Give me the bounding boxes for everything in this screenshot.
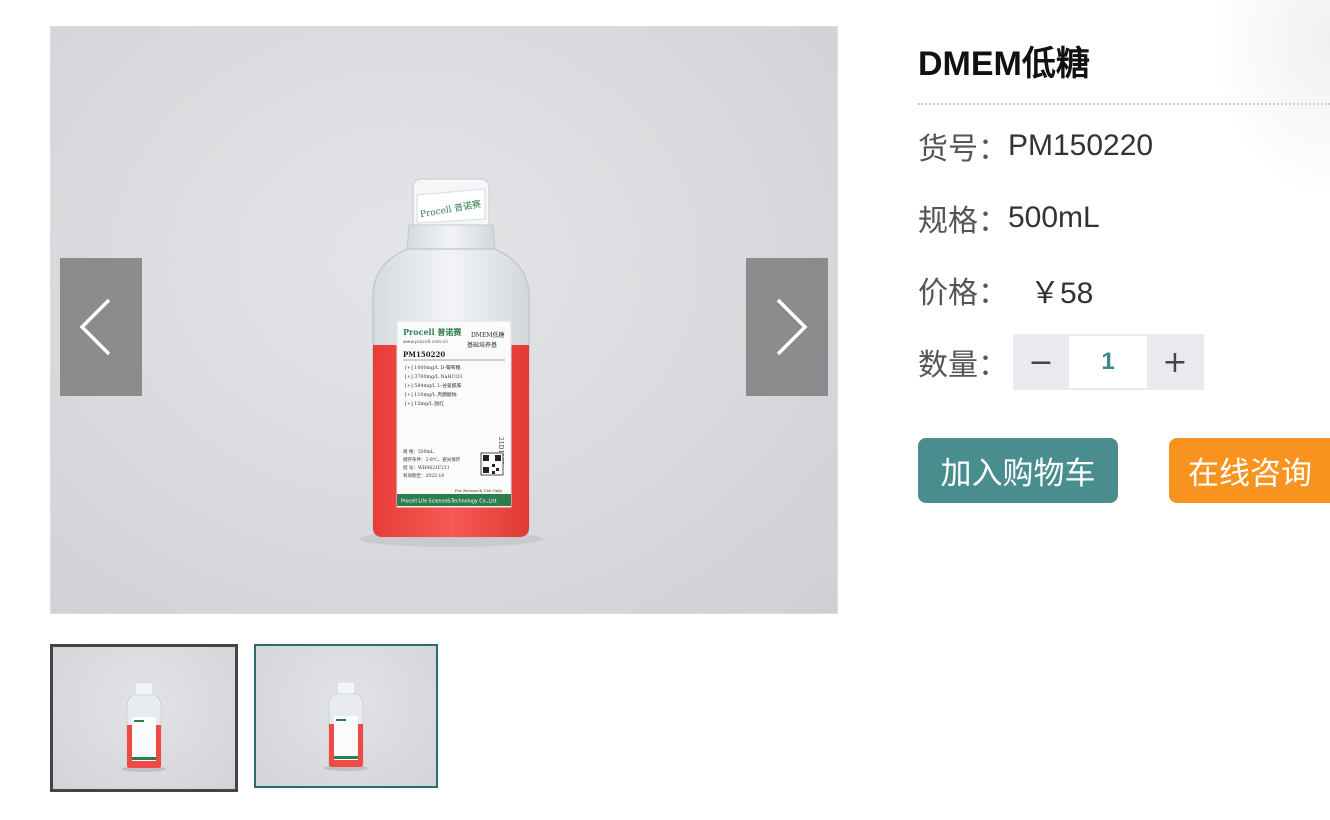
main-product-image: Procell 普诺赛 Procell 普诺赛 www.procell.com.… [50,26,838,614]
label-ruo: For Research Use Only [455,488,503,493]
increase-quantity-button[interactable]: + [1147,334,1203,390]
label-storage: 储存条件：2-8℃，避光保存 [403,456,461,463]
next-image-button[interactable] [746,258,828,396]
quantity-label: 数量： [918,348,1008,383]
title-divider [918,103,1330,105]
label-url: www.procell.com.cn [403,339,448,345]
thumbnail-1[interactable] [50,644,238,792]
label-item: [+] 110mg/L 丙酮酸钠 [405,391,457,398]
sku-row: 货号： PM150220 [918,124,1153,168]
label-catalog: PM150220 [403,350,445,359]
label-item: [+] 584mg/L L-谷氨酰胺 [405,382,462,389]
sku-label: 货号： [918,132,1008,167]
chevron-left-icon [79,298,111,356]
label-name-1: DMEM低糖 [471,331,504,339]
price-value: ￥58 [1030,277,1094,310]
qr-code-icon [480,452,504,476]
label-name-2: 基础培养基 [467,341,497,349]
label-item: [+] 3700mg/L NaHCO3 [405,374,462,380]
thumbnail-2[interactable] [254,644,438,788]
price-label: 价格： [918,276,1008,311]
thumbnail-photo [122,682,166,772]
product-photo: Procell 普诺赛 Procell 普诺赛 www.procell.com.… [359,178,543,547]
label-spec: 规 格：500mL [403,448,434,455]
label-expiry: 有效期至：2022-10 [403,472,444,479]
label-company: Procell Life Science&Technology Co.,Ltd. [401,499,498,505]
quantity-stepper: − + [1013,334,1204,390]
thumbnail-photo [324,681,368,771]
online-consult-button[interactable]: 在线咨询 [1169,438,1330,503]
price-row: 价格： ￥58 [918,268,1093,312]
quantity-input[interactable] [1069,336,1147,388]
corner-shadow [1210,0,1330,200]
quantity-row: 数量： [918,340,1008,384]
sku-value: PM150220 [1008,129,1154,162]
prev-image-button[interactable] [60,258,142,396]
add-to-cart-button[interactable]: 加入购物车 [918,438,1118,503]
label-batch: 批 号：WH0621F211 [403,464,450,471]
decrease-quantity-button[interactable]: − [1013,334,1069,390]
chevron-right-icon [776,298,808,356]
spec-value: 500mL [1008,201,1100,234]
product-title: DMEM低糖 [918,45,1090,83]
label-brand: Procell 普诺赛 [403,327,462,337]
label-item: [+] 15mg/L 酚红 [405,400,444,407]
label-item: [+] 1000mg/L D-葡萄糖 [405,364,461,371]
spec-row: 规格： 500mL [918,196,1100,240]
spec-label: 规格： [918,204,1008,239]
